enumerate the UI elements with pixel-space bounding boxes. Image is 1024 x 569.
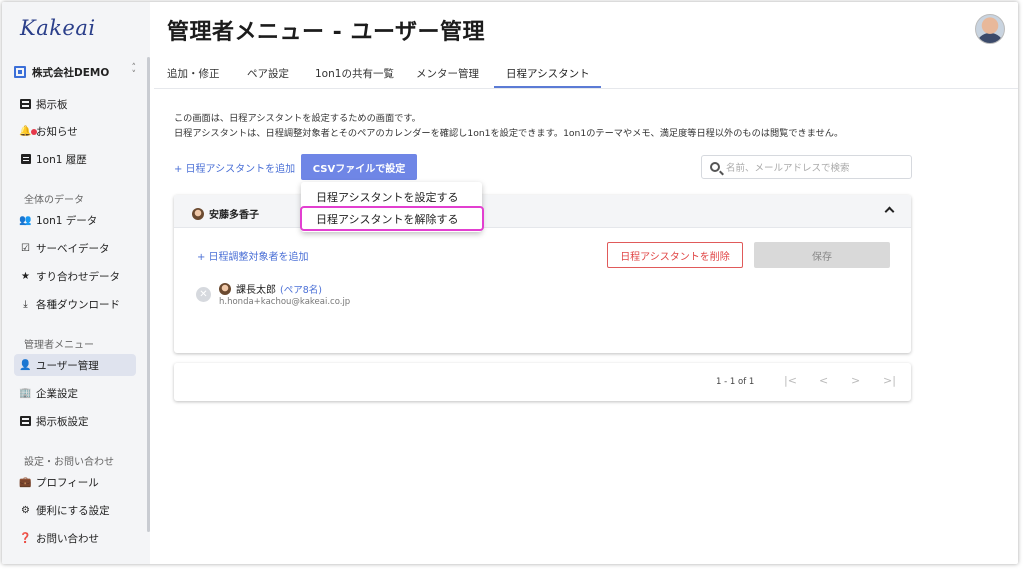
tab-mentor[interactable]: メンター管理 [416, 58, 494, 88]
sidebar-item-label: すり合わせデータ [36, 270, 120, 283]
sidebar-item-profile[interactable]: 💼 プロフィール [14, 471, 136, 493]
add-assistant-link[interactable]: + 日程アシスタントを追加 [174, 160, 295, 175]
chevron-up-icon[interactable] [884, 206, 895, 217]
highlight-box [300, 206, 484, 231]
sidebar-item-label: 1on1 履歴 [36, 153, 87, 166]
sidebar-item-label: お知らせ [36, 125, 78, 138]
last-page-button[interactable]: >| [883, 374, 896, 387]
avatar [219, 282, 231, 295]
company-name: 株式会社DEMO [32, 66, 110, 79]
member-name: 課長太郎 (ペア8名) [219, 281, 322, 296]
sidebar: Kakeai 株式会社DEMO ˄ ˅ 掲示板 🔔 お知らせ 1on1 履歴 全体… [2, 2, 150, 564]
sidebar-item-survey[interactable]: ☑ サーベイデータ [14, 237, 136, 259]
avatar[interactable] [975, 14, 1005, 44]
add-target-link[interactable]: + 日程調整対象者を追加 [197, 248, 309, 263]
history-icon [20, 154, 31, 165]
bell-icon: 🔔 [19, 126, 37, 137]
survey-icon: ☑ [21, 242, 30, 254]
search-icon [710, 162, 720, 172]
remove-member-icon[interactable]: ✕ [196, 287, 211, 302]
sidebar-item-label: 便利にする設定 [36, 504, 110, 517]
app-window: Kakeai 株式会社DEMO ˄ ˅ 掲示板 🔔 お知らせ 1on1 履歴 全体… [2, 2, 1018, 564]
sidebar-item-label: 各種ダウンロード [36, 298, 120, 311]
tab-pair-settings[interactable]: ペア設定 [247, 58, 315, 88]
sidebar-item-1on1-data[interactable]: 👥 1on1 データ [14, 209, 136, 231]
prev-page-button[interactable]: < [819, 374, 828, 387]
company-icon: 🏢 [19, 387, 32, 399]
member-name-text: 課長太郎 [236, 285, 276, 296]
csv-settings-button[interactable]: CSVファイルで設定 [301, 154, 417, 180]
menu-item-set-assistant[interactable]: 日程アシスタントを設定する [316, 189, 459, 205]
sidebar-item-label: プロフィール [36, 476, 99, 489]
sidebar-item-user-manage[interactable]: 👤 ユーザー管理 [14, 354, 136, 376]
sidebar-item-company-settings[interactable]: 🏢 企業設定 [14, 382, 136, 404]
gear-icon: ⚙ [21, 504, 30, 516]
assistant-card: 安藤多香子 + 日程調整対象者を追加 日程アシスタントを削除 保存 ✕ 課長太郎… [174, 195, 911, 353]
assistant-card-header[interactable]: 安藤多香子 [174, 195, 911, 228]
profile-icon: 💼 [19, 476, 32, 488]
tab-bar: 追加・修正 ペア設定 1on1の共有一覧 メンター管理 日程アシスタント [167, 58, 601, 88]
section-title-admin: 管理者メニュー [24, 340, 94, 351]
assistant-name: 安藤多香子 [192, 206, 259, 221]
tab-1on1-share[interactable]: 1on1の共有一覧 [315, 58, 416, 88]
chevron-updown-icon: ˄ ˅ [131, 63, 137, 80]
sidebar-item-history[interactable]: 1on1 履歴 [14, 148, 136, 170]
sidebar-item-news[interactable]: 🔔 お知らせ [14, 120, 136, 142]
building-icon [14, 66, 26, 78]
description: この画面は、日程アシスタントを設定するための画面です。 日程アシスタントは、日程… [174, 111, 843, 141]
logo: Kakeai [20, 16, 96, 40]
section-title-settings: 設定・お問い合わせ [24, 457, 114, 468]
sidebar-item-label: お問い合わせ [36, 532, 99, 545]
sidebar-item-download[interactable]: ⤓ 各種ダウンロード [14, 293, 136, 315]
sidebar-item-label: 掲示板設定 [36, 415, 89, 428]
search-input[interactable]: 名前、メールアドレスで検索 [726, 160, 850, 174]
sidebar-item-label: 1on1 データ [36, 214, 98, 227]
star-icon: ★ [21, 270, 30, 282]
page-title: 管理者メニュー - ユーザー管理 [167, 20, 486, 45]
sidebar-item-board-settings[interactable]: 掲示板設定 [14, 410, 136, 432]
description-line-1: この画面は、日程アシスタントを設定するための画面です。 [174, 113, 421, 124]
sidebar-item-alignment[interactable]: ★ すり合わせデータ [14, 265, 136, 287]
first-page-button[interactable]: |< [784, 374, 797, 387]
people-icon: 👥 [19, 214, 32, 226]
next-page-button[interactable]: > [851, 374, 860, 387]
sidebar-item-preferences[interactable]: ⚙ 便利にする設定 [14, 499, 136, 521]
avatar [192, 207, 204, 220]
member-pair-count: (ペア8名) [280, 284, 322, 296]
assistant-name-text: 安藤多香子 [209, 210, 259, 221]
member-email: h.honda+kachou@kakeai.co.jp [219, 297, 351, 307]
sidebar-item-label: サーベイデータ [36, 242, 110, 255]
pagination: 1 - 1 of 1 |< < > >| [174, 363, 911, 401]
tab-add-edit[interactable]: 追加・修正 [167, 58, 247, 88]
board-icon [20, 99, 31, 110]
tab-schedule-assistant[interactable]: 日程アシスタント [494, 58, 601, 88]
tab-divider [154, 88, 1018, 89]
sidebar-item-label: 掲示板 [36, 98, 68, 111]
notification-dot [31, 128, 37, 135]
download-icon: ⤓ [23, 298, 28, 310]
save-button[interactable]: 保存 [754, 242, 890, 268]
company-selector[interactable]: 株式会社DEMO ˄ ˅ [14, 62, 136, 82]
sidebar-scrollbar[interactable] [147, 57, 150, 532]
sidebar-item-board[interactable]: 掲示板 [14, 93, 136, 115]
delete-assistant-button[interactable]: 日程アシスタントを削除 [607, 242, 743, 268]
description-line-2: 日程アシスタントは、日程調整対象者とそのペアのカレンダーを確認し1on1を設定で… [174, 128, 844, 139]
sidebar-item-label: 企業設定 [36, 387, 78, 400]
user-manage-icon: 👤 [19, 359, 32, 371]
sidebar-item-contact[interactable]: ❓ お問い合わせ [14, 527, 136, 549]
pagination-range: 1 - 1 of 1 [716, 377, 755, 387]
search-box[interactable]: 名前、メールアドレスで検索 [701, 155, 912, 179]
help-icon: ❓ [19, 532, 32, 544]
board-settings-icon [20, 416, 31, 427]
section-title-data: 全体のデータ [24, 195, 84, 206]
sidebar-item-label: ユーザー管理 [36, 359, 99, 372]
